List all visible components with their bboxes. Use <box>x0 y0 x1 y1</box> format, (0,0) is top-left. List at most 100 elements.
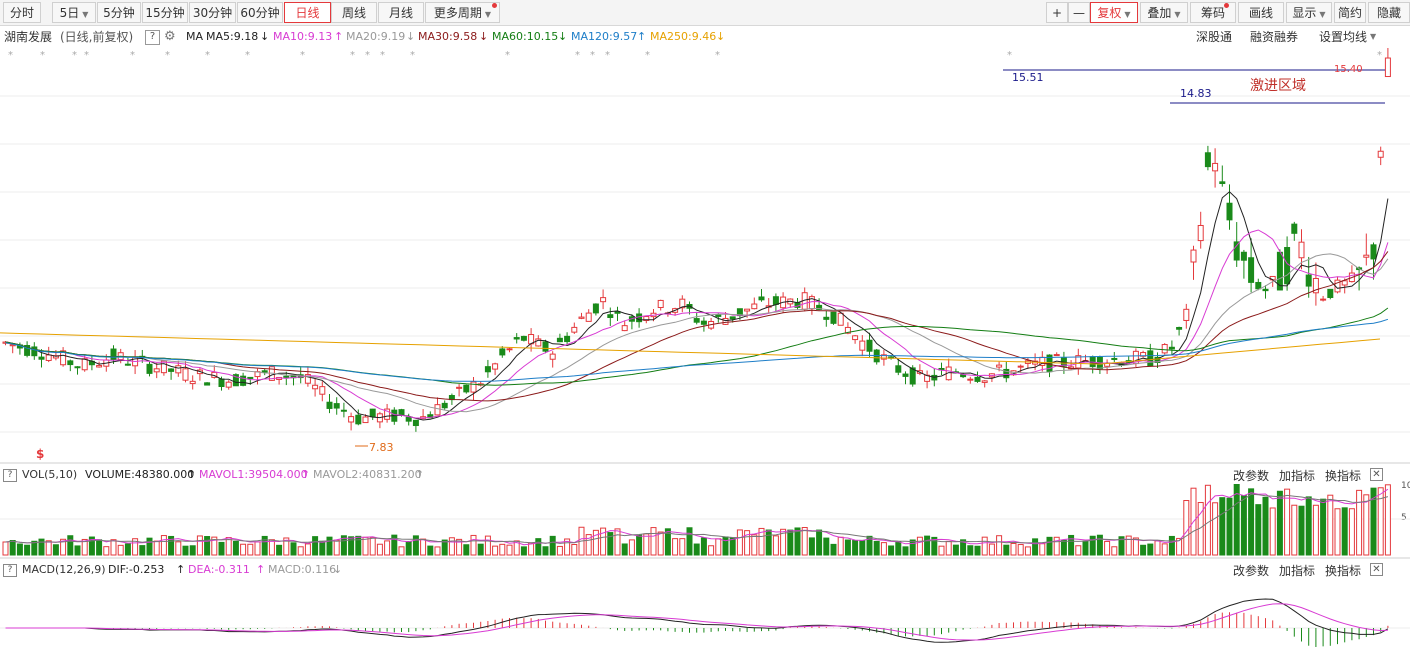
volume-bar <box>326 536 333 556</box>
close-icon[interactable]: ✕ <box>1370 563 1383 576</box>
ma60-value: MA60:10.15 <box>492 30 559 43</box>
volume-bar <box>441 539 448 556</box>
volume-bar <box>1140 544 1147 556</box>
period-tab-9[interactable]: 更多周期 ▼ <box>425 2 500 23</box>
chevron-down-icon[interactable]: ▼ <box>1370 27 1376 47</box>
draw-line-button[interactable]: 画线 <box>1238 2 1284 23</box>
high-price-label: 15.40 <box>1334 64 1363 75</box>
volume-bar <box>1010 542 1017 556</box>
shengutong-button[interactable]: 深股通 <box>1196 27 1232 47</box>
candle <box>1305 274 1312 287</box>
candle <box>866 339 873 352</box>
vol-change-params-button[interactable]: 改参数 <box>1233 467 1269 484</box>
candle <box>74 366 81 369</box>
volume-chart[interactable] <box>0 484 1410 559</box>
volume-bar <box>816 529 823 556</box>
volume-bar <box>686 527 693 556</box>
ma-settings-button[interactable]: 设置均线 <box>1319 27 1367 47</box>
period-tab-0[interactable]: 分时 <box>3 2 41 23</box>
candle <box>556 337 563 343</box>
candle <box>434 404 441 416</box>
rongzi-button[interactable]: 融资融券 <box>1250 27 1298 47</box>
volume-bar <box>528 542 535 556</box>
candle <box>1291 223 1298 234</box>
macd-swap-indicator-button[interactable]: 换指标 <box>1325 562 1361 579</box>
kline-chart[interactable]: * * * * * * * * * * * * * * * * * * * * * <box>0 48 1410 464</box>
volume-bar <box>772 535 779 556</box>
candle <box>700 320 707 325</box>
period-tab-4[interactable]: 30分钟 <box>189 2 236 23</box>
volume-bar <box>146 537 153 556</box>
dea-value: DEA:-0.311 <box>188 563 250 576</box>
candle <box>974 376 981 382</box>
candle <box>1298 241 1305 259</box>
candle <box>492 363 499 370</box>
candle <box>182 368 189 381</box>
close-icon[interactable]: ✕ <box>1370 468 1383 481</box>
candle <box>261 370 268 373</box>
help-icon[interactable]: ? <box>3 564 17 577</box>
candle <box>715 314 722 317</box>
volume-bar <box>448 537 455 556</box>
volume-bar <box>873 540 880 556</box>
vol-swap-indicator-button[interactable]: 换指标 <box>1325 467 1361 484</box>
candle <box>312 384 319 390</box>
candle <box>38 356 45 360</box>
candle <box>1255 281 1262 290</box>
event-marker-icon: * <box>505 50 510 61</box>
period-tab-3[interactable]: 15分钟 <box>142 2 188 23</box>
volume-bar <box>542 546 549 556</box>
volume-bar <box>434 546 441 556</box>
mavol1-value: MAVOL1:39504.000 <box>199 468 308 481</box>
gear-icon[interactable]: ⚙ <box>164 27 176 47</box>
event-marker-icon: * <box>575 50 580 61</box>
volume-bar <box>974 545 981 556</box>
volume-bar <box>996 535 1003 556</box>
period-tab-1[interactable]: 5日 ▼ <box>52 2 96 23</box>
volume-bar <box>24 544 31 556</box>
volume-bar <box>1024 546 1031 556</box>
volume-bar <box>988 543 995 556</box>
overlay-button[interactable]: 叠加 ▼ <box>1140 2 1188 23</box>
volume-bar <box>484 535 491 556</box>
fuquan-button[interactable]: 复权 ▼ <box>1090 2 1138 23</box>
chips-button[interactable]: 筹码 <box>1190 2 1236 23</box>
volume-bar <box>880 542 887 556</box>
volume-bar <box>45 540 52 556</box>
volume-bar <box>1320 498 1327 556</box>
chevron-down-icon: ▼ <box>82 10 89 19</box>
candle <box>607 314 614 318</box>
event-marker-icon: * <box>300 50 305 61</box>
macd-add-indicator-button[interactable]: 加指标 <box>1279 562 1315 579</box>
volume-bar <box>715 538 722 556</box>
volume-bar <box>1104 540 1111 556</box>
period-tab-8[interactable]: 月线 <box>378 2 424 23</box>
macd-change-params-button[interactable]: 改参数 <box>1233 562 1269 579</box>
volume-bar <box>412 535 419 556</box>
zoom-out-button[interactable]: — <box>1068 2 1090 23</box>
period-tab-5[interactable]: 60分钟 <box>237 2 283 23</box>
macd-label: MACD(12,26,9) <box>22 563 106 576</box>
zoom-in-button[interactable]: + <box>1046 2 1068 23</box>
event-marker-icon: * <box>590 50 595 61</box>
period-tab-label: 5分钟 <box>103 6 135 20</box>
simple-mode-button[interactable]: 简约 <box>1334 2 1366 23</box>
volume-bar <box>232 540 239 556</box>
help-icon[interactable]: ? <box>3 469 17 482</box>
period-tab-label: 60分钟 <box>240 6 280 20</box>
arrow-up-icon: ↑ <box>637 30 647 43</box>
vol-add-indicator-button[interactable]: 加指标 <box>1279 467 1315 484</box>
period-tab-7[interactable]: 周线 <box>331 2 377 23</box>
macd-chart[interactable] <box>0 578 1410 658</box>
hide-button[interactable]: 隐藏 <box>1368 2 1410 23</box>
volume-bar <box>103 546 110 556</box>
period-tab-6[interactable]: 日线 <box>284 2 331 23</box>
help-icon[interactable]: ? <box>145 30 160 45</box>
event-marker-icon: * <box>130 50 135 61</box>
candle <box>146 363 153 374</box>
volume-bar <box>16 543 23 556</box>
period-tab-2[interactable]: 5分钟 <box>97 2 141 23</box>
display-button[interactable]: 显示 ▼ <box>1286 2 1332 23</box>
candle <box>319 386 326 395</box>
candle <box>405 416 412 422</box>
